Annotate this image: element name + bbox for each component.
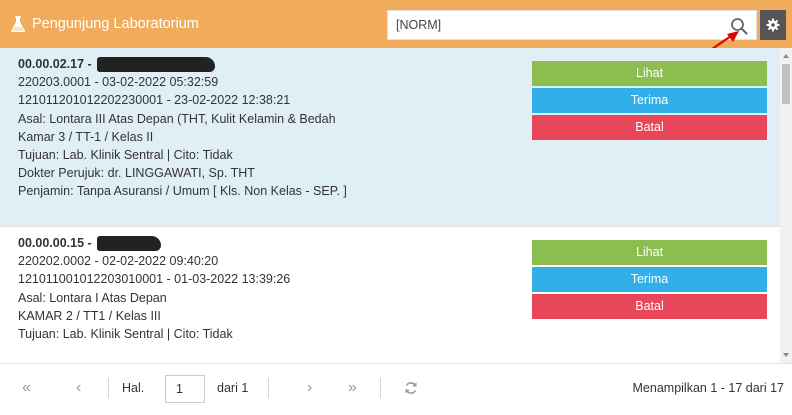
pagination-toolbar: « ‹ Hal. dari 1 › » Menampilkan 1 - 17 d… xyxy=(0,363,792,415)
record-count-status: Menampilkan 1 - 17 dari 17 xyxy=(632,381,784,395)
visit-list: 00.00.02.17 - 220203.0001 - 03-02-2022 0… xyxy=(0,48,780,363)
panel-header: Pengunjung Laboratorium xyxy=(0,0,792,48)
list-scrollbar[interactable] xyxy=(780,48,792,363)
list-item[interactable]: 00.00.00.15 - 220202.0002 - 02-02-2022 0… xyxy=(0,227,780,363)
scroll-up-icon[interactable] xyxy=(783,54,789,58)
previous-page-icon[interactable]: ‹ xyxy=(76,378,81,398)
page-label: Hal. xyxy=(122,381,145,395)
pager-divider xyxy=(108,378,109,398)
page-number-input[interactable] xyxy=(165,375,205,403)
gear-icon xyxy=(766,18,780,32)
patient-id: 00.00.02.17 - xyxy=(18,57,92,71)
page-count-label: dari 1 xyxy=(217,381,249,395)
accept-button[interactable]: Terima xyxy=(532,267,767,292)
cancel-button[interactable]: Batal xyxy=(532,294,767,319)
first-page-icon[interactable]: « xyxy=(22,378,31,398)
next-page-icon[interactable]: › xyxy=(307,378,312,398)
redacted-patient-name xyxy=(97,236,162,252)
scroll-down-icon[interactable] xyxy=(783,353,789,357)
last-page-icon[interactable]: » xyxy=(348,378,357,398)
refresh-icon[interactable] xyxy=(404,381,418,395)
pager-divider xyxy=(380,378,381,398)
flask-icon xyxy=(10,16,26,32)
destination-line: Tujuan: Lab. Klinik Sentral | Cito: Tida… xyxy=(18,147,233,162)
row-actions: Lihat Terima Batal xyxy=(532,240,767,321)
panel-title: Pengunjung Laboratorium xyxy=(10,12,199,36)
redacted-patient-name xyxy=(97,57,216,73)
accept-button[interactable]: Terima xyxy=(532,88,767,113)
row-actions: Lihat Terima Batal xyxy=(532,61,767,142)
scrollbar-thumb[interactable] xyxy=(782,64,790,104)
search-input[interactable] xyxy=(396,11,716,39)
settings-button[interactable] xyxy=(760,10,786,40)
list-item[interactable]: 00.00.02.17 - 220203.0001 - 03-02-2022 0… xyxy=(0,48,780,227)
pager-divider xyxy=(268,378,269,398)
view-button[interactable]: Lihat xyxy=(532,240,767,265)
referring-doctor-line: Dokter Perujuk: dr. LINGGAWATI, Sp. THT xyxy=(18,166,255,181)
page-title: Pengunjung Laboratorium xyxy=(32,16,199,32)
destination-line: Tujuan: Lab. Klinik Sentral | Cito: Tida… xyxy=(18,326,233,341)
guarantor-line: Penjamin: Tanpa Asuransi / Umum [ Kls. N… xyxy=(18,184,347,199)
cancel-button[interactable]: Batal xyxy=(532,115,767,140)
view-button[interactable]: Lihat xyxy=(532,61,767,86)
patient-id: 00.00.00.15 - xyxy=(18,236,92,250)
